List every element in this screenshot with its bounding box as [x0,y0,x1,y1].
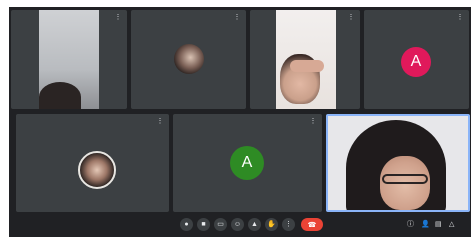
more-vert-icon[interactable]: ⋮ [309,118,317,126]
participant-head [39,82,81,109]
participant-tile[interactable]: ⋮ [250,10,360,109]
info-icon[interactable]: ⓘ [407,221,414,229]
participant-tile[interactable]: A ⋮ [173,114,322,212]
camera-icon[interactable]: ■ [197,218,210,231]
people-icon[interactable]: 👤 [421,221,430,229]
participant-tile[interactable]: A ⋮ [364,10,469,109]
end-call-button[interactable]: ☎ [301,218,323,231]
more-vert-icon[interactable]: ⋮ [114,14,122,22]
raise-hand-icon[interactable]: ✋ [265,218,278,231]
emoji-icon[interactable]: ☺ [231,218,244,231]
activities-icon[interactable]: △ [449,221,454,229]
bottom-control-bar: ● ■ ▭ ☺ ▲ ✋ ⋮ ☎ ⓘ 👤 ▤ △ [9,213,471,237]
participant-tile[interactable]: ⋮ [131,10,246,109]
more-vert-icon[interactable]: ⋮ [347,14,355,22]
captions-icon[interactable]: ▭ [214,218,227,231]
participant-tile[interactable]: ⋮ [16,114,169,212]
self-view-tile[interactable] [326,114,470,212]
avatar-letter: A [230,146,264,180]
self-video-glasses [382,174,428,184]
participant-tile[interactable]: ⋮ [11,10,127,109]
present-icon[interactable]: ▲ [248,218,261,231]
avatar-letter: A [401,47,431,77]
more-vert-icon[interactable]: ⋮ [156,118,164,126]
more-vert-icon[interactable]: ⋮ [233,14,241,22]
participant-avatar [78,151,116,189]
chat-icon[interactable]: ▤ [435,221,442,229]
more-vert-icon[interactable]: ⋮ [456,14,464,22]
meeting-window: ⋮ ⋮ ⋮ A ⋮ ⋮ A ⋮ ● ■ ▭ ☺ ▲ ✋ ⋮ ☎ ⓘ 👤 ▤ △ [9,7,471,237]
more-options-icon[interactable]: ⋮ [282,218,295,231]
participant-hand [290,60,324,72]
microphone-icon[interactable]: ● [180,218,193,231]
participant-avatar [174,44,204,74]
